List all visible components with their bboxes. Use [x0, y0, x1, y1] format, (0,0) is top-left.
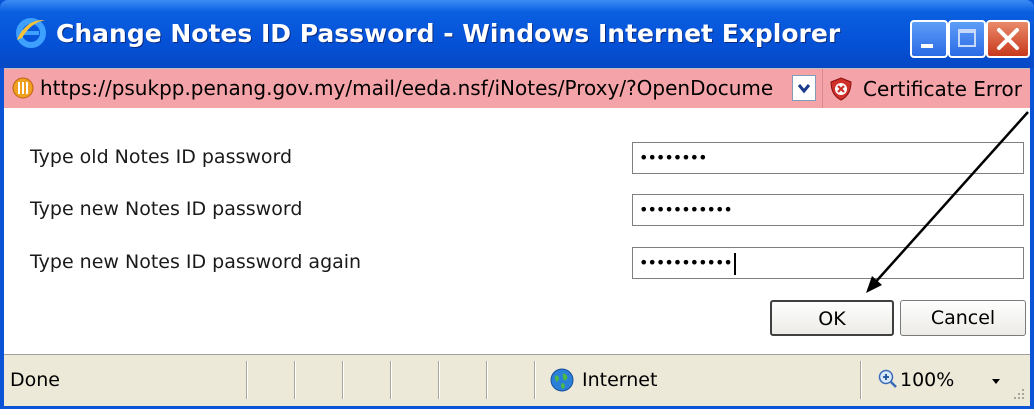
status-divider [342, 361, 344, 399]
internet-globe-icon [550, 368, 574, 392]
status-divider [294, 361, 296, 399]
zoom-dropdown-icon[interactable] [988, 373, 1004, 389]
status-divider [534, 361, 536, 399]
browser-window: Change Notes ID Password - Windows Inter… [0, 0, 1034, 409]
security-zone-label: Internet [582, 369, 658, 391]
status-divider [860, 361, 862, 399]
status-divider [486, 361, 488, 399]
zoom-level[interactable]: 100% [900, 365, 954, 395]
status-text: Done [10, 369, 60, 391]
resize-grip-icon[interactable] [1010, 385, 1026, 401]
status-bar: Done Internet 100% [4, 354, 1030, 406]
status-divider [390, 361, 392, 399]
status-divider [438, 361, 440, 399]
status-divider [246, 361, 248, 399]
zoom-icon[interactable] [878, 369, 898, 389]
annotation-arrow [866, 111, 1029, 293]
